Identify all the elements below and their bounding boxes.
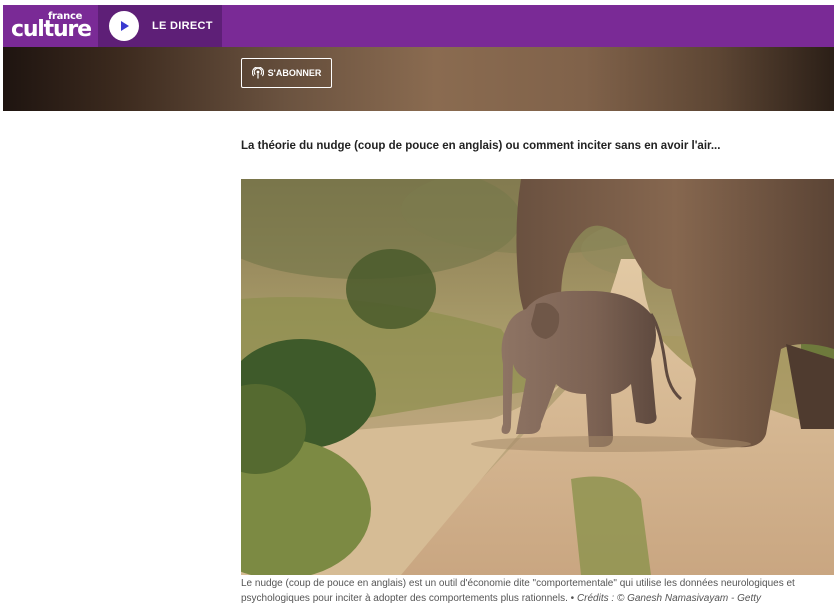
article-photo: [241, 179, 834, 575]
top-navigation-bar: france culture LE DIRECT: [3, 5, 834, 47]
live-button[interactable]: LE DIRECT: [98, 5, 222, 47]
play-icon[interactable]: [109, 11, 139, 41]
photo-caption: Le nudge (coup de pouce en anglais) est …: [241, 576, 833, 605]
logo-big-text: culture: [11, 17, 92, 42]
subscribe-button[interactable]: S'ABONNER: [241, 58, 332, 88]
hero-banner: [3, 47, 834, 111]
podcast-icon: [251, 67, 264, 79]
article-headline: La théorie du nudge (coup de pouce en an…: [241, 140, 721, 152]
caption-separator: •: [570, 593, 575, 604]
photo-credit: Crédits : © Ganesh Namasivayam - Getty: [576, 593, 762, 604]
subscribe-label: S'ABONNER: [267, 68, 322, 78]
france-culture-logo[interactable]: france culture: [3, 5, 98, 47]
elephant-photo: [241, 179, 834, 575]
live-label: LE DIRECT: [152, 20, 213, 32]
